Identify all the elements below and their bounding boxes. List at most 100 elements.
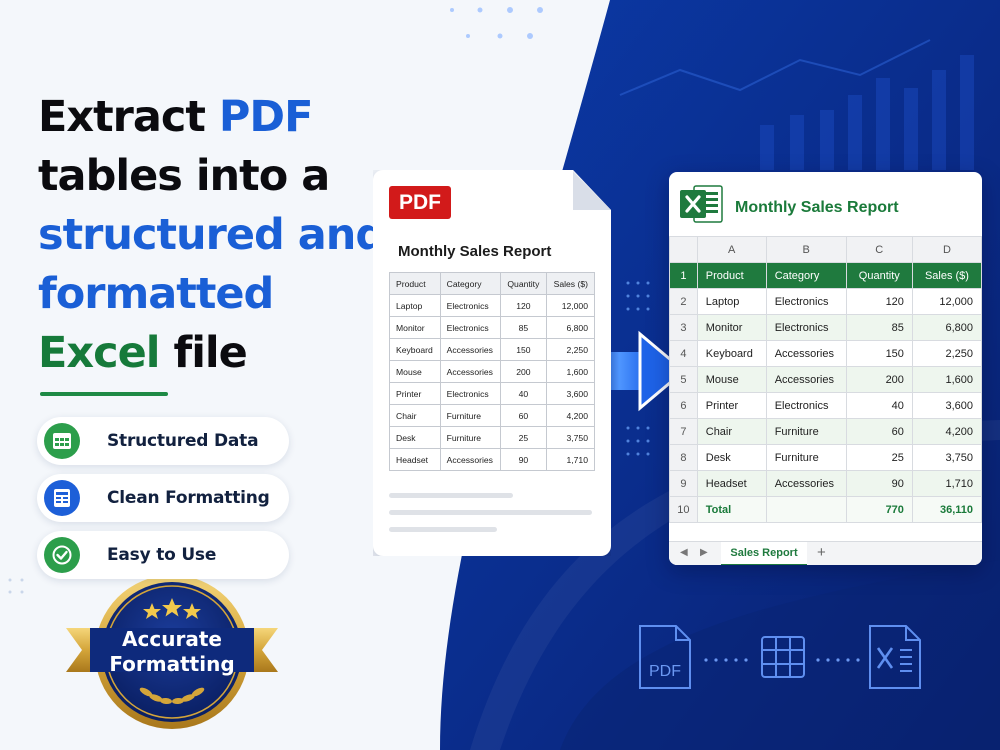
pdf-cell: 1,600 [545, 360, 596, 383]
badge-line-2: Formatting [109, 652, 235, 676]
table-row: 6 Printer Electronics 40 3,600 [669, 392, 982, 419]
text-placeholder-line [389, 527, 497, 532]
pdf-cell: Electronics [439, 316, 501, 339]
header-cell[interactable]: Product [696, 262, 767, 289]
total-cell[interactable] [765, 496, 847, 523]
total-cell[interactable]: Total [696, 496, 767, 523]
total-cell[interactable]: 770 [845, 496, 913, 523]
text-placeholder-line [389, 510, 592, 515]
pdf-cell: 12,000 [545, 294, 596, 317]
row-number[interactable]: 4 [669, 340, 698, 367]
pdf-cell: Monitor [389, 316, 441, 339]
pdf-table-row: Keyboard Accessories 150 2,250 [389, 338, 596, 361]
check-icon [44, 537, 80, 573]
add-sheet-button[interactable]: + [817, 544, 826, 561]
next-sheet-icon[interactable]: ▶ [700, 547, 708, 558]
column-letter[interactable]: C [845, 236, 913, 263]
data-cell[interactable]: 4,200 [911, 418, 982, 445]
pdf-cell: Mouse [389, 360, 441, 383]
data-cell[interactable]: 90 [845, 470, 913, 497]
pdf-cell: Accessories [439, 338, 501, 361]
headline-line-4: formatted [38, 269, 274, 319]
data-cell[interactable]: 3,750 [911, 444, 982, 471]
data-cell[interactable]: Mouse [696, 366, 767, 393]
data-cell[interactable]: 200 [845, 366, 913, 393]
row-number[interactable]: 3 [669, 314, 698, 341]
pdf-column-header: Quantity [499, 272, 547, 295]
table-row: 4 Keyboard Accessories 150 2,250 [669, 340, 982, 367]
data-cell[interactable]: Furniture [765, 418, 847, 445]
data-cell[interactable]: Chair [696, 418, 767, 445]
column-letter[interactable]: B [765, 236, 847, 263]
pdf-table-row: Laptop Electronics 120 12,000 [389, 294, 596, 317]
pdf-cell: Electronics [439, 294, 501, 317]
data-cell[interactable]: 150 [845, 340, 913, 367]
column-letter[interactable]: D [911, 236, 982, 263]
row-number[interactable]: 1 [669, 262, 698, 289]
headline-line-2: tables into a [38, 151, 330, 201]
sheet-tab-sales-report[interactable]: Sales Report [721, 542, 807, 565]
data-cell[interactable]: 12,000 [911, 288, 982, 315]
header-cell[interactable]: Sales ($) [911, 262, 982, 289]
data-cell[interactable]: Electronics [765, 314, 847, 341]
data-cell[interactable]: 1,710 [911, 470, 982, 497]
data-cell[interactable]: 60 [845, 418, 913, 445]
headline-excel: Excel [38, 328, 161, 378]
data-cell[interactable]: 120 [845, 288, 913, 315]
data-cell[interactable]: 85 [845, 314, 913, 341]
headline-underline [40, 392, 168, 396]
pdf-cell: Printer [389, 382, 441, 405]
badge-line-1: Accurate [122, 627, 222, 651]
data-cell[interactable]: Accessories [765, 366, 847, 393]
pdf-table-row: Headset Accessories 90 1,710 [389, 448, 596, 471]
row-number[interactable]: 7 [669, 418, 698, 445]
corner-cell[interactable] [669, 236, 698, 263]
prev-sheet-icon[interactable]: ◀ [680, 547, 688, 558]
data-cell[interactable]: Furniture [765, 444, 847, 471]
data-cell[interactable]: 1,600 [911, 366, 982, 393]
pdf-table-row: Mouse Accessories 200 1,600 [389, 360, 596, 383]
data-cell[interactable]: Electronics [765, 288, 847, 315]
row-number[interactable]: 6 [669, 392, 698, 419]
data-cell[interactable]: Headset [696, 470, 767, 497]
excel-window: Monthly Sales Report A B C D 1 Product Categor… [669, 172, 982, 565]
data-cell[interactable]: 6,800 [911, 314, 982, 341]
data-cell[interactable]: Accessories [765, 470, 847, 497]
pdf-cell: 2,250 [545, 338, 596, 361]
headline-file: file [159, 328, 247, 378]
table-row: 9 Headset Accessories 90 1,710 [669, 470, 982, 497]
row-number[interactable]: 5 [669, 366, 698, 393]
data-cell[interactable]: Desk [696, 444, 767, 471]
row-number[interactable]: 9 [669, 470, 698, 497]
header-cell[interactable]: Category [765, 262, 847, 289]
pdf-cell: 1,710 [545, 448, 596, 471]
pdf-cell: 150 [499, 338, 547, 361]
feature-structured-data: Structured Data [37, 417, 289, 465]
row-number[interactable]: 2 [669, 288, 698, 315]
data-cell[interactable]: Keyboard [696, 340, 767, 367]
pdf-table-row: Monitor Electronics 85 6,800 [389, 316, 596, 339]
data-cell[interactable]: Laptop [696, 288, 767, 315]
pdf-cell: 6,800 [545, 316, 596, 339]
row-number[interactable]: 8 [669, 444, 698, 471]
data-cell[interactable]: Monitor [696, 314, 767, 341]
column-letter[interactable]: A [696, 236, 767, 263]
data-cell[interactable]: 3,600 [911, 392, 982, 419]
data-cell[interactable]: 25 [845, 444, 913, 471]
table-row: 7 Chair Furniture 60 4,200 [669, 418, 982, 445]
feature-label: Easy to Use [107, 545, 217, 565]
total-cell[interactable]: 36,110 [911, 496, 982, 523]
data-cell[interactable]: 40 [845, 392, 913, 419]
data-cell[interactable]: 2,250 [911, 340, 982, 367]
pdf-title: Monthly Sales Report [398, 243, 552, 260]
pdf-cell: Accessories [439, 448, 501, 471]
data-cell[interactable]: Electronics [765, 392, 847, 419]
data-cell[interactable]: Printer [696, 392, 767, 419]
headline-extract: Extract [38, 92, 219, 142]
excel-logo-icon [680, 185, 723, 223]
header-cell[interactable]: Quantity [845, 262, 913, 289]
data-cell[interactable]: Accessories [765, 340, 847, 367]
pdf-cell: 90 [499, 448, 547, 471]
pdf-table: Product Category Quantity Sales ($) Laptop El… [389, 272, 596, 471]
row-number[interactable]: 10 [669, 496, 698, 523]
